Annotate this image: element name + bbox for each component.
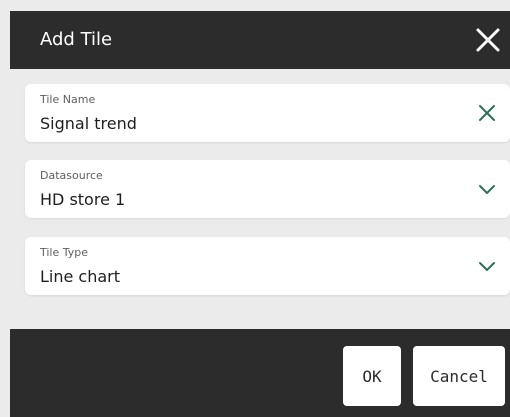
- clear-icon[interactable]: [476, 102, 498, 124]
- dialog-title: Add Tile: [40, 29, 113, 50]
- datasource-label: Datasource: [40, 169, 103, 182]
- tile-type-value: Line chart: [40, 267, 121, 286]
- chevron-down-icon[interactable]: [476, 255, 498, 277]
- dialog-footer: OK Cancel: [10, 329, 510, 417]
- chevron-down-icon[interactable]: [476, 178, 498, 200]
- tile-type-select[interactable]: Tile Type Line chart: [25, 237, 510, 295]
- datasource-value: HD store 1: [40, 190, 126, 209]
- datasource-select[interactable]: Datasource HD store 1: [25, 160, 510, 218]
- close-icon: [476, 28, 500, 52]
- dialog-body: Tile Name Signal trend Datasource HD sto…: [10, 69, 510, 329]
- tile-type-label: Tile Type: [40, 246, 89, 259]
- close-button[interactable]: [466, 19, 510, 61]
- add-tile-dialog: Add Tile Tile Name Signal trend Datasour…: [0, 0, 510, 417]
- dialog-header: Add Tile: [10, 11, 510, 69]
- ok-button[interactable]: OK: [343, 346, 401, 406]
- tile-name-label: Tile Name: [40, 93, 96, 106]
- cancel-button[interactable]: Cancel: [413, 346, 505, 406]
- tile-name-value[interactable]: Signal trend: [40, 114, 137, 134]
- tile-name-field[interactable]: Tile Name Signal trend: [25, 84, 510, 142]
